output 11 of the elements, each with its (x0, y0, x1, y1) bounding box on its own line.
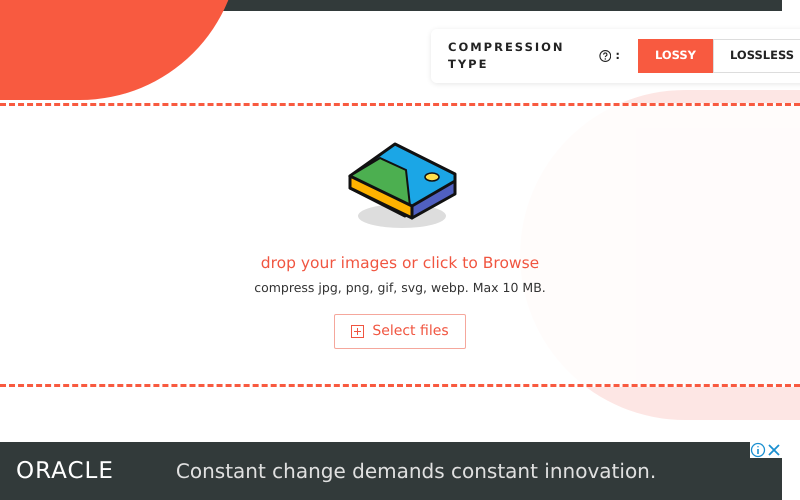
plus-icon (351, 325, 364, 338)
separator: : (615, 47, 622, 64)
ad-headline: Constant change demands constant innovation. (176, 458, 656, 485)
compression-option[interactable]: LOSSLESS (713, 39, 800, 73)
ad-logo: ORACLE (16, 456, 114, 486)
ad-banner[interactable]: ORACLE Constant change demands constant innovation. (0, 442, 782, 500)
compression-label: COMPRESSION TYPE (448, 38, 566, 73)
close-icon[interactable] (766, 442, 782, 458)
help-icon[interactable] (598, 49, 612, 63)
info-icon[interactable] (750, 442, 766, 458)
file-types-text: compress jpg, png, gif, svg, webp. Max 10 MB. (254, 279, 546, 298)
